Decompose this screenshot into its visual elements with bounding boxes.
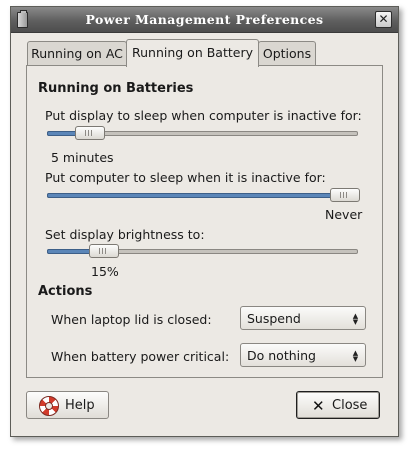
display-sleep-label: Put display to sleep when computer is in… xyxy=(45,108,362,123)
brightness-slider[interactable] xyxy=(47,244,358,258)
window-title: Power Management Preferences xyxy=(85,12,324,27)
help-button[interactable]: Help xyxy=(26,391,109,419)
battery-critical-selected: Do nothing xyxy=(247,348,316,363)
lid-closed-selected: Suspend xyxy=(247,311,301,326)
tab-options[interactable]: Options xyxy=(258,41,316,66)
slider-fill xyxy=(47,193,346,198)
computer-sleep-slider[interactable] xyxy=(47,188,360,202)
slider-handle[interactable] xyxy=(89,244,120,258)
close-button[interactable]: ✕ Close xyxy=(296,391,380,419)
tab-running-on-battery[interactable]: Running on Battery xyxy=(126,39,259,67)
tab-panel-battery: Running on Batteries Put display to slee… xyxy=(26,65,383,378)
section-heading-running-on-batteries: Running on Batteries xyxy=(38,81,194,96)
battery-critical-label: When battery power critical: xyxy=(51,349,230,364)
display-sleep-value: 5 minutes xyxy=(51,150,114,165)
help-button-label: Help xyxy=(65,398,95,413)
lid-closed-select[interactable]: Suspend ▲ ▼ xyxy=(240,306,366,330)
battery-critical-select[interactable]: Do nothing ▲ ▼ xyxy=(240,343,366,367)
title-bar[interactable]: Power Management Preferences ✕ xyxy=(11,7,398,33)
chevron-up-down-icon: ▲ ▼ xyxy=(352,312,359,326)
close-x-icon: ✕ xyxy=(312,397,325,415)
section-heading-actions: Actions xyxy=(38,284,93,299)
brightness-label: Set display brightness to: xyxy=(45,227,205,242)
chevron-up-down-icon: ▲ ▼ xyxy=(352,349,359,363)
help-lifebuoy-icon xyxy=(39,396,59,416)
slider-handle[interactable] xyxy=(330,188,360,202)
slider-handle[interactable] xyxy=(75,126,106,140)
power-management-window: Power Management Preferences ✕ Running o… xyxy=(10,6,399,437)
brightness-value: 15% xyxy=(91,264,119,279)
lid-closed-label: When laptop lid is closed: xyxy=(51,312,212,327)
computer-sleep-label: Put computer to sleep when it is inactiv… xyxy=(45,170,326,185)
computer-sleep-value: Never xyxy=(325,207,363,222)
tab-running-on-ac[interactable]: Running on AC xyxy=(27,41,127,66)
close-button-label: Close xyxy=(332,398,368,413)
close-icon[interactable]: ✕ xyxy=(375,11,392,28)
display-sleep-slider[interactable] xyxy=(47,126,358,140)
